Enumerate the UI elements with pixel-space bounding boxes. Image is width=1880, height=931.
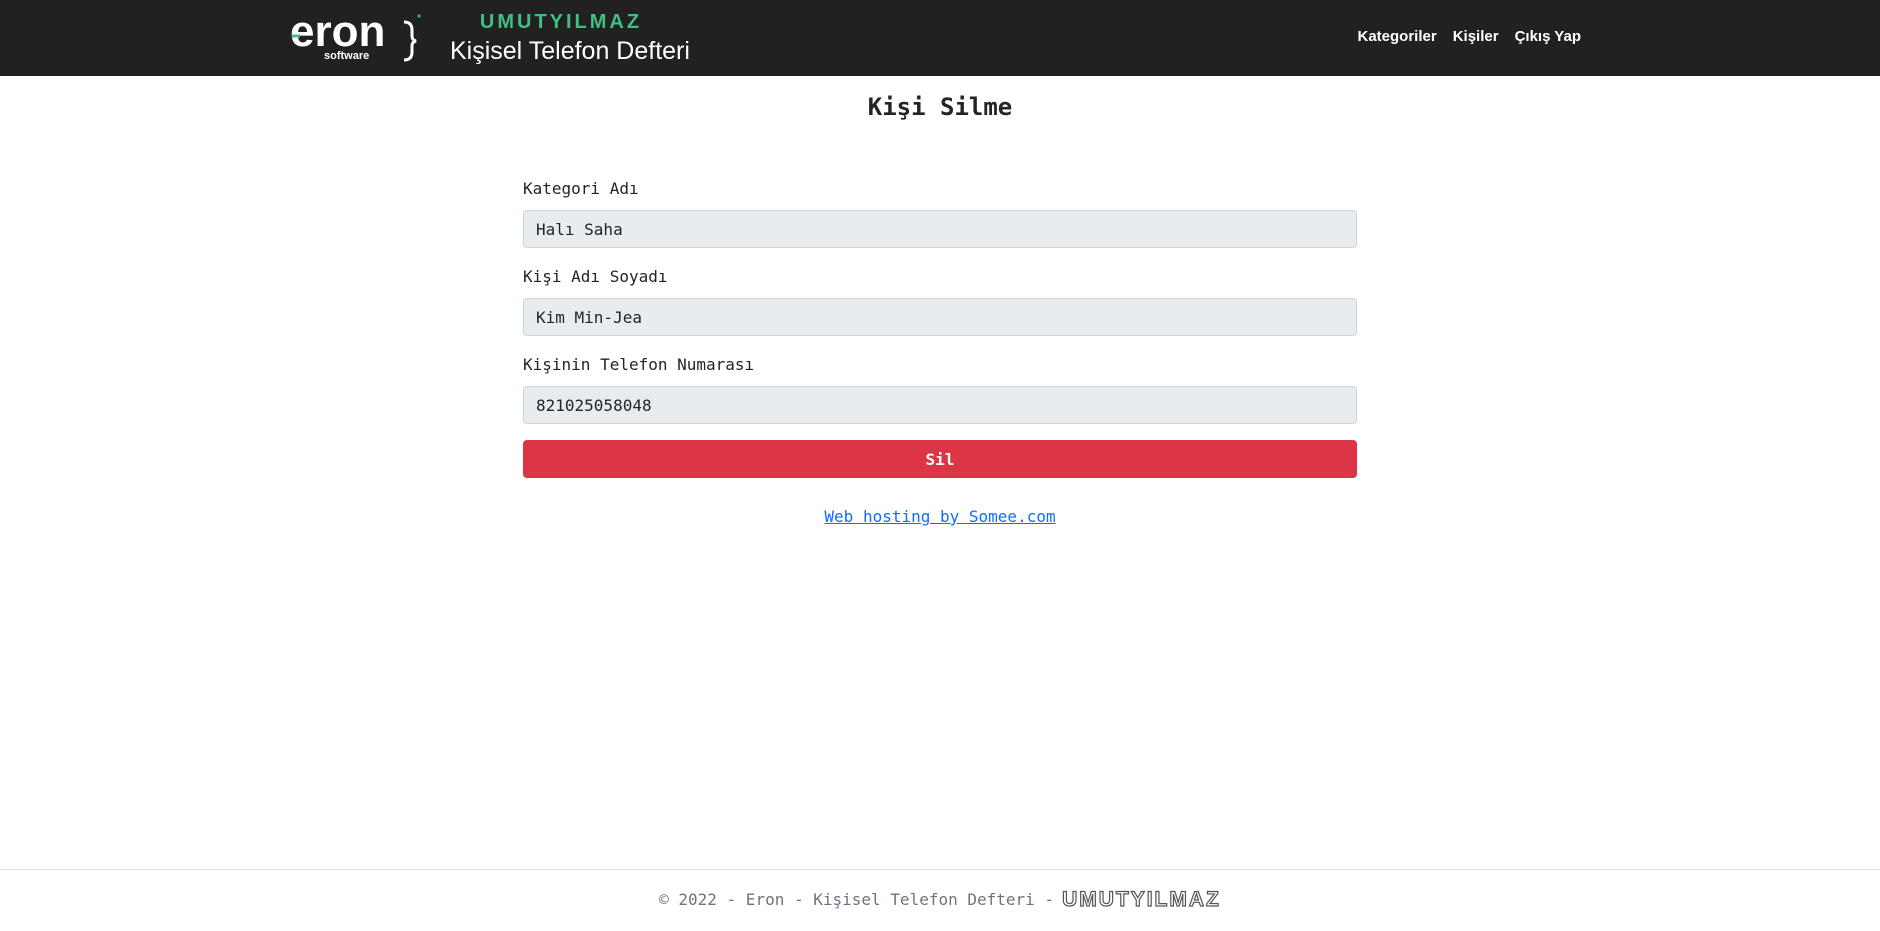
brand-subtitle: Kişisel Telefon Defteri [450, 37, 690, 65]
footer-content: © 2022 - Eron - Kişisel Telefon Defteri … [0, 887, 1880, 912]
category-label: Kategori Adı [523, 179, 639, 198]
delete-contact-form: Kategori Adı Kişi Adı Soyadı Kişinin Tel… [523, 178, 1357, 478]
hosting-banner: Web hosting by Somee.com [0, 506, 1880, 528]
footer-brand-logo: UMUTYILMAZ [1061, 887, 1221, 911]
category-input[interactable] [523, 210, 1357, 248]
logo-subtext: software [324, 50, 369, 62]
full-name-input[interactable] [523, 298, 1357, 336]
phone-number-label: Kişinin Telefon Numarası [523, 355, 755, 374]
footer-copyright: © 2022 - Eron - Kişisel Telefon Defteri … [659, 890, 1055, 909]
nav-links: Kategoriler Kişiler Çıkış Yap [1358, 27, 1582, 47]
full-name-label: Kişi Adı Soyadı [523, 267, 668, 286]
top-navbar: eron software UMUTYILMAZ Kişisel Telefon… [0, 0, 1880, 76]
web-hosting-link[interactable]: Web hosting by Somee.com [824, 507, 1055, 526]
delete-button[interactable]: Sil [523, 440, 1357, 478]
page-title: Kişi Silme [867, 93, 1013, 121]
nav-link-kisiler[interactable]: Kişiler [1453, 27, 1499, 47]
brand-name: UMUTYILMAZ [479, 11, 643, 33]
nav-link-kategoriler[interactable]: Kategoriler [1358, 27, 1437, 47]
footer: © 2022 - Eron - Kişisel Telefon Defteri … [0, 869, 1880, 931]
phone-number-input[interactable] [523, 386, 1357, 424]
eron-software-logo[interactable]: eron software [290, 7, 424, 66]
nav-link-cikis-yap[interactable]: Çıkış Yap [1515, 27, 1581, 47]
